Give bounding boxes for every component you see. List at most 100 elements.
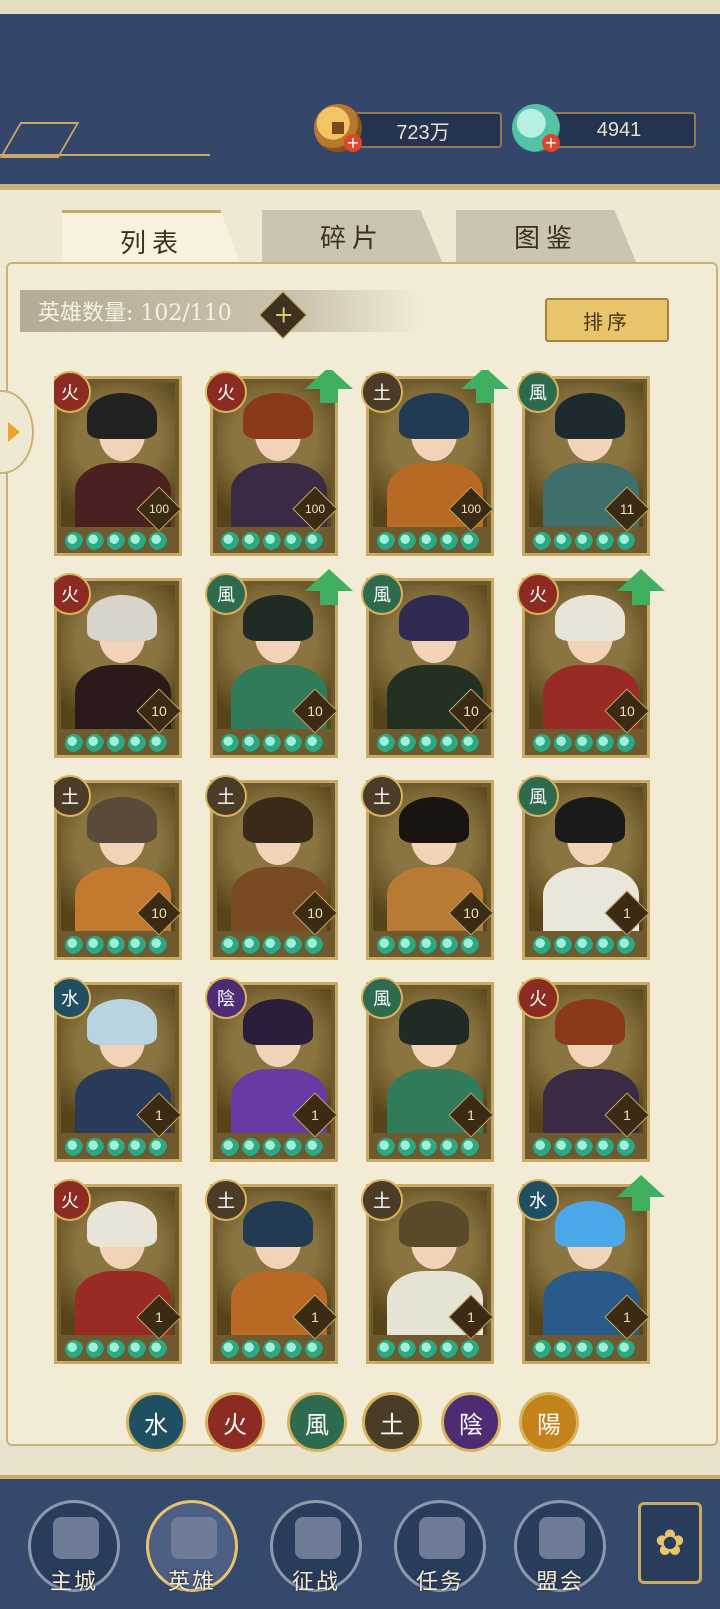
jade-star-icon <box>221 936 239 954</box>
jade-star-icon <box>440 936 458 954</box>
hero-card[interactable]: 10 風 <box>205 569 353 758</box>
jade-star-icon <box>575 734 593 752</box>
hero-card[interactable]: 1風 <box>361 977 494 1162</box>
upgrade-arrow-icon <box>305 569 353 605</box>
add-jade-icon[interactable]: + <box>542 134 560 152</box>
hero-card[interactable]: 10 火 <box>517 569 665 758</box>
hero-hair <box>243 797 313 843</box>
hero-card[interactable]: 1土 <box>205 1179 338 1364</box>
hero-card[interactable]: 10 土 <box>205 775 338 960</box>
hero-level: 1 <box>467 1309 475 1325</box>
jade-star-icon <box>377 936 395 954</box>
hero-hair <box>555 595 625 641</box>
hero-level: 1 <box>623 1107 631 1123</box>
hero-star-row <box>221 1340 323 1358</box>
filter-yin-button[interactable]: 陰 <box>441 1392 501 1452</box>
wind-element-icon: 風 <box>517 775 559 817</box>
filter-fire-button[interactable]: 火 <box>205 1392 265 1452</box>
hero-card[interactable]: 1火 <box>54 1179 182 1364</box>
hero-card[interactable]: 10 土 <box>54 775 182 960</box>
add-coin-icon[interactable]: + <box>344 134 362 152</box>
jade-star-icon <box>221 532 239 550</box>
jade-star-icon <box>440 1138 458 1156</box>
hero-star-row <box>377 532 479 550</box>
hero-level: 10 <box>463 905 479 921</box>
jade-star-icon <box>617 532 635 550</box>
jade-star-icon <box>284 532 302 550</box>
jade-star-icon <box>107 734 125 752</box>
jade-star-icon <box>305 936 323 954</box>
jade-star-icon <box>107 532 125 550</box>
hero-star-row <box>377 1340 479 1358</box>
hero-card[interactable]: 10 土 <box>361 775 494 960</box>
jade-star-icon <box>533 1138 551 1156</box>
cloud-scroll-decoration <box>0 122 80 158</box>
hero-level: 10 <box>619 703 635 719</box>
hero-star-row <box>533 1138 635 1156</box>
hero-card[interactable]: 10 風 <box>361 573 494 758</box>
jade-star-icon <box>284 1138 302 1156</box>
jade-star-icon <box>461 1138 479 1156</box>
jade-star-icon <box>575 532 593 550</box>
hero-card[interactable]: 100 土 <box>361 370 509 556</box>
header-divider <box>0 154 210 156</box>
jade-star-icon <box>305 1340 323 1358</box>
hero-card[interactable]: 10 火 <box>54 573 182 758</box>
hero-card[interactable]: 11 風 <box>517 371 650 556</box>
jade-star-icon <box>440 532 458 550</box>
earth-element-icon: 土 <box>361 1179 403 1221</box>
fire-element-icon: 火 <box>205 371 247 413</box>
jade-star-icon <box>128 1340 146 1358</box>
hero-card[interactable]: 1陰 <box>205 977 338 1162</box>
hero-star-row <box>377 1138 479 1156</box>
hero-star-row <box>533 936 635 954</box>
jade-star-icon <box>596 1340 614 1358</box>
jade-star-icon <box>65 734 83 752</box>
hero-card[interactable]: 1水 <box>517 1175 665 1364</box>
hero-star-row <box>377 936 479 954</box>
fire-element-icon: 火 <box>517 977 559 1019</box>
hero-level: 100 <box>148 502 170 516</box>
hero-level: 1 <box>155 1309 163 1325</box>
hero-count-label: 英雄数量: 102/110 <box>38 301 232 326</box>
tab-codex[interactable]: 图鉴 <box>456 210 636 262</box>
filter-water-button[interactable]: 水 <box>126 1392 186 1452</box>
hero-star-row <box>65 1340 167 1358</box>
nav-label: 征战 <box>291 1570 340 1595</box>
jade-star-icon <box>596 936 614 954</box>
jade-star-icon <box>596 734 614 752</box>
scroll-bell-icon <box>419 1517 465 1559</box>
tab-list[interactable]: 列表 <box>62 210 242 269</box>
hero-hair <box>87 797 157 843</box>
hero-card[interactable]: 1水 <box>54 977 182 1162</box>
coin-value: 723万 <box>396 121 450 144</box>
hero-card[interactable]: 1土 <box>361 1179 494 1364</box>
jade-star-icon <box>440 734 458 752</box>
jade-star-icon <box>284 1340 302 1358</box>
filter-wind-button[interactable]: 風 <box>287 1392 347 1452</box>
upgrade-arrow-icon <box>305 370 353 403</box>
jade-star-icon <box>419 734 437 752</box>
hero-card[interactable]: 100 火 <box>205 370 353 556</box>
jade-star-icon <box>461 734 479 752</box>
yin-element-icon: 陰 <box>205 977 247 1019</box>
hero-level: 10 <box>463 703 479 719</box>
nav-label: 盟会 <box>535 1570 584 1595</box>
jade-star-icon <box>107 1340 125 1358</box>
more-menu-icon[interactable]: ✿ <box>638 1502 702 1584</box>
sort-button[interactable]: 排序 <box>545 298 669 342</box>
hero-card[interactable]: 1火 <box>517 977 650 1162</box>
hero-hair <box>243 999 313 1045</box>
jade-star-icon <box>242 734 260 752</box>
hero-card[interactable]: 1風 <box>517 775 650 960</box>
hero-star-row <box>65 734 167 752</box>
hero-hair <box>87 595 157 641</box>
tab-fragments[interactable]: 碎片 <box>262 210 442 262</box>
filter-yang-button[interactable]: 陽 <box>519 1392 579 1452</box>
tab-codex-label: 图鉴 <box>513 223 578 254</box>
jade-star-icon <box>242 936 260 954</box>
hero-card[interactable]: 100 火 <box>54 371 182 556</box>
jade-star-icon <box>86 1340 104 1358</box>
jade-star-icon <box>461 1340 479 1358</box>
filter-earth-button[interactable]: 土 <box>362 1392 422 1452</box>
